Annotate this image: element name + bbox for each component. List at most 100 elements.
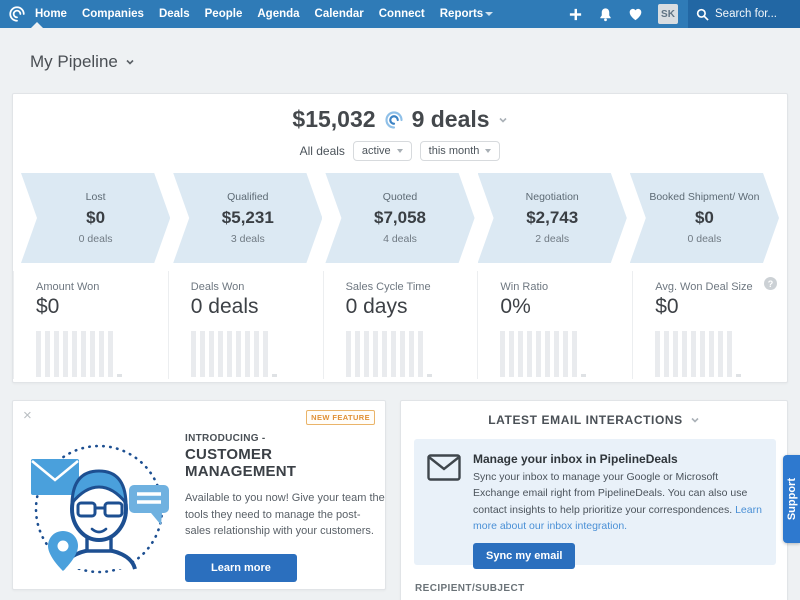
nav-item[interactable]: Deals [159, 8, 190, 20]
funnel-stage[interactable]: Lost $0 0 deals [21, 173, 170, 263]
inbox-sync-body: Sync your inbox to manage your Google or… [473, 469, 762, 534]
nav-item[interactable]: Agenda [257, 8, 299, 20]
close-icon[interactable]: × [23, 407, 32, 424]
page-title: My Pipeline [30, 52, 118, 72]
stage-deal-count: 4 deals [383, 233, 417, 245]
stage-deal-count: 0 deals [79, 233, 113, 245]
nav-item[interactable]: Connect [379, 8, 425, 20]
promo-body: Available to you now! Give your team the… [185, 490, 385, 540]
stat-label: Amount Won [36, 281, 168, 293]
notifications-bell-icon[interactable] [598, 7, 613, 22]
nav-right: SK [568, 0, 800, 28]
filter-status-value: active [362, 145, 391, 157]
nav-item[interactable]: Companies [82, 8, 144, 20]
pipeline-summary-chevron-icon[interactable] [498, 115, 508, 125]
email-interactions-card: LATEST EMAIL INTERACTIONS Manage your in… [400, 400, 788, 600]
stat-label: Deals Won [191, 281, 323, 293]
pipeline-total-value: $15,032 [292, 106, 375, 133]
stage-deal-count: 0 deals [687, 233, 721, 245]
stat-placeholder-bars-icon [655, 331, 732, 377]
add-icon[interactable] [568, 7, 583, 22]
nav-item[interactable]: Home [35, 8, 67, 20]
search-icon [696, 8, 709, 21]
inbox-sync-title: Manage your inbox in PipelineDeals [473, 452, 762, 466]
pipelinedeals-logo-icon[interactable] [8, 5, 26, 23]
funnel-stage[interactable]: Negotiation $2,743 2 deals [478, 173, 627, 263]
funnel-stage[interactable]: Booked Shipment/ Won $0 0 deals [630, 173, 779, 263]
learn-more-button[interactable]: Learn more [185, 554, 297, 582]
inbox-sync-text: Manage your inbox in PipelineDeals Sync … [473, 452, 762, 565]
stat-label: Sales Cycle Time [346, 281, 478, 293]
customer-management-illustration [25, 429, 177, 587]
pipeline-funnel: Lost $0 0 deals Qualified $5,231 3 deals… [21, 173, 779, 263]
search-input[interactable] [715, 8, 795, 20]
stat-label: Win Ratio [500, 281, 632, 293]
collapse-chevron-icon[interactable] [690, 415, 700, 425]
page-title-row[interactable]: My Pipeline [30, 52, 135, 72]
stat-value: $0 [36, 295, 168, 319]
stat-value: 0 days [346, 295, 478, 319]
filter-period-value: this month [429, 145, 480, 157]
top-nav: Home Companies Deals People Agenda Calen… [0, 0, 800, 28]
filter-period-dropdown[interactable]: this month [420, 141, 501, 161]
support-tab[interactable]: Support [783, 455, 800, 543]
stage-value: $2,743 [526, 208, 578, 228]
stat-value: 0% [500, 295, 632, 319]
sync-email-button[interactable]: Sync my email [473, 543, 575, 569]
main-menu: Home Companies Deals People Agenda Calen… [35, 8, 483, 20]
pipeline-stats-row: Amount Won $0 Deals Won 0 deals Sales Cy… [13, 271, 787, 379]
stat-cell: Sales Cycle Time 0 days [323, 271, 478, 379]
user-avatar[interactable]: SK [658, 4, 678, 24]
inbox-sync-body-text: Sync your inbox to manage your Google or… [473, 471, 747, 516]
promo-kicker: INTRODUCING - [185, 433, 385, 444]
nav-item[interactable]: People [205, 8, 243, 20]
new-feature-badge: NEW FEATURE [306, 410, 375, 425]
pipeline-total-deals: 9 deals [412, 106, 490, 133]
customer-management-promo-card: × NEW FEATURE INTRODUCING - CUSTOMER MAN… [12, 400, 386, 590]
deals-icon [384, 110, 404, 130]
help-icon[interactable]: ? [764, 277, 777, 290]
pipeline-totals: $15,032 9 deals [13, 106, 787, 133]
nav-item[interactable]: Calendar [315, 8, 364, 20]
stage-name: Quoted [365, 191, 435, 203]
email-card-title: LATEST EMAIL INTERACTIONS [488, 413, 683, 427]
stat-value: $0 [655, 295, 787, 319]
funnel-stage[interactable]: Qualified $5,231 3 deals [173, 173, 322, 263]
dropdown-caret-icon [485, 149, 491, 153]
promo-title: CUSTOMER MANAGEMENT [185, 446, 385, 480]
stage-deal-count: 2 deals [535, 233, 569, 245]
stat-cell: Amount Won $0 [13, 271, 168, 379]
nav-more-chevron-icon[interactable] [485, 12, 493, 16]
stat-placeholder-bars-icon [346, 331, 423, 377]
envelope-column [427, 452, 461, 565]
stage-value: $0 [695, 208, 714, 228]
favorites-heart-icon[interactable] [628, 7, 643, 22]
stat-value: 0 deals [191, 295, 323, 319]
stat-placeholder-bars-icon [36, 331, 113, 377]
stage-name: Booked Shipment/ Won [631, 191, 777, 203]
nav-item[interactable]: Reports [440, 8, 483, 20]
email-card-header[interactable]: LATEST EMAIL INTERACTIONS [401, 413, 787, 427]
stat-placeholder-bars-icon [191, 331, 268, 377]
funnel-stage[interactable]: Quoted $7,058 4 deals [325, 173, 474, 263]
pipeline-summary-card: $15,032 9 deals All deals active this mo… [12, 93, 788, 383]
support-tab-label: Support [786, 478, 798, 520]
pipeline-selector-chevron-icon[interactable] [125, 57, 135, 67]
stage-deal-count: 3 deals [231, 233, 265, 245]
inbox-sync-panel: Manage your inbox in PipelineDeals Sync … [414, 439, 776, 565]
stat-cell: Win Ratio 0% [477, 271, 632, 379]
stage-name: Lost [68, 191, 124, 203]
stage-name: Negotiation [508, 191, 597, 203]
pipeline-filters: All deals active this month [13, 141, 787, 161]
active-tab-notch [31, 22, 43, 28]
stage-value: $0 [86, 208, 105, 228]
filter-status-dropdown[interactable]: active [353, 141, 412, 161]
promo-text-block: INTRODUCING - CUSTOMER MANAGEMENT Availa… [185, 433, 385, 582]
stat-cell: Avg. Won Deal Size $0 [632, 271, 787, 379]
dropdown-caret-icon [397, 149, 403, 153]
filter-scope-label: All deals [300, 144, 345, 158]
stage-value: $5,231 [222, 208, 274, 228]
stage-value: $7,058 [374, 208, 426, 228]
stat-cell: Deals Won 0 deals [168, 271, 323, 379]
search-box [688, 0, 800, 28]
